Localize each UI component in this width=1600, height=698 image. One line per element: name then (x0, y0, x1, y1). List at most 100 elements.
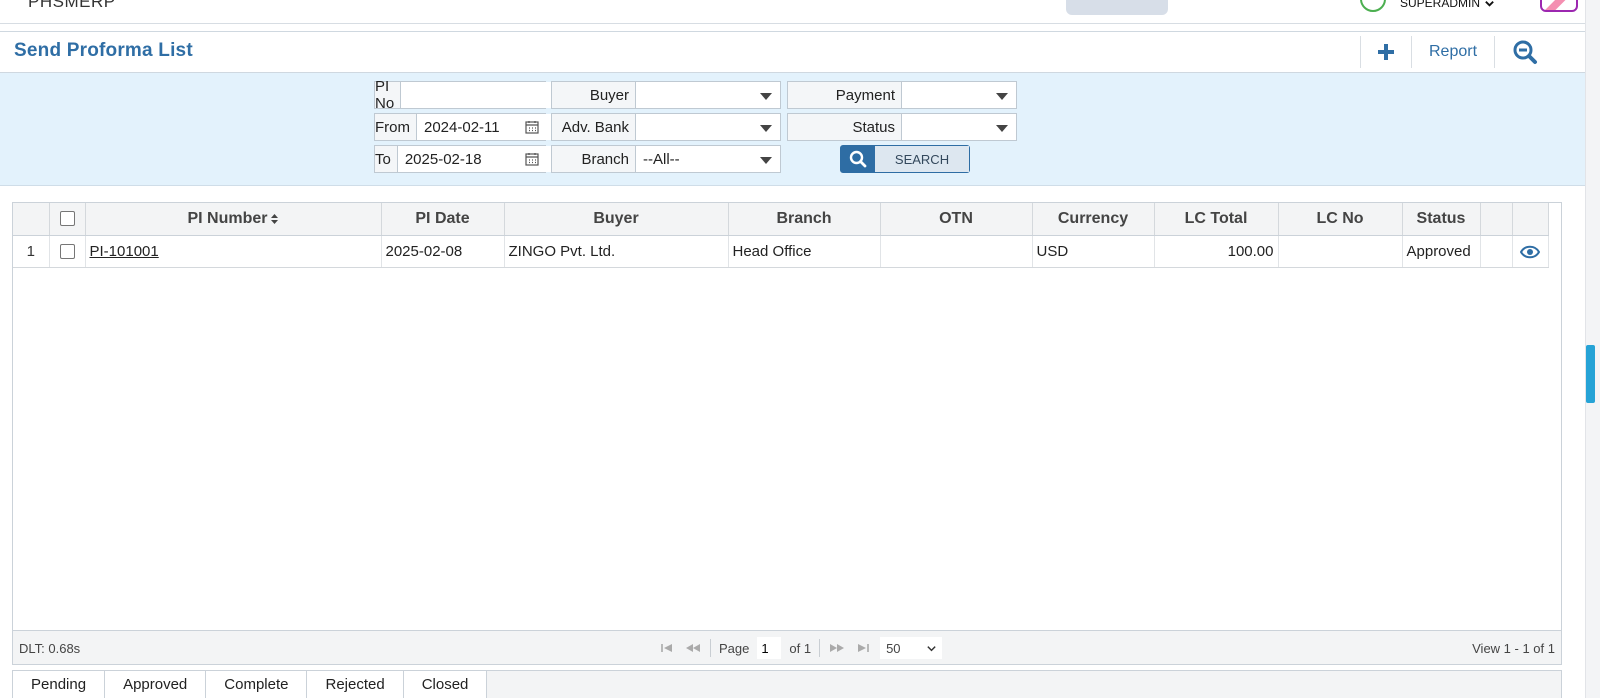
rows-per-page-select[interactable]: 50 (880, 637, 943, 659)
tab-pending[interactable]: Pending (13, 671, 106, 698)
row-select-cell (49, 235, 86, 268)
scrollbar-thumb[interactable] (1586, 345, 1595, 403)
buyer-cell: ZINGO Pvt. Ltd. (504, 235, 729, 268)
user-avatar[interactable] (1360, 0, 1386, 12)
load-time: DLT: 0.68s (19, 641, 81, 656)
lc-total-cell: 100.00 (1154, 235, 1279, 268)
page-header: Send Proforma List Report (0, 31, 1585, 73)
status-filter: Status (787, 113, 1017, 141)
col-lc-no[interactable]: LC No (1278, 203, 1403, 236)
header-actions: Report (1360, 36, 1555, 68)
col-status[interactable]: Status (1402, 203, 1481, 236)
branch-filter: Branch --All-- (551, 145, 781, 173)
status-tabs: Pending Approved Complete Rejected Close… (12, 670, 1562, 698)
status-label: Status (788, 114, 902, 140)
tab-complete[interactable]: Complete (206, 671, 308, 698)
report-button[interactable]: Report (1412, 36, 1494, 68)
col-pi-date[interactable]: PI Date (381, 203, 505, 236)
select-all-header (49, 203, 86, 236)
adv-bank-select[interactable] (636, 114, 780, 140)
caret-down-icon (996, 93, 1008, 100)
last-page-icon (858, 644, 869, 652)
currency-cell: USD (1032, 235, 1155, 268)
tab-approved[interactable]: Approved (105, 671, 207, 698)
proforma-table: PI Number PI Date Buyer Branch OTN Curre… (13, 203, 1549, 268)
payment-label: Payment (788, 82, 902, 108)
eye-icon[interactable] (1519, 245, 1541, 259)
filter-panel: PI No From To Buyer Adv. Bank Branch --A… (0, 73, 1585, 186)
app-title: PHSMERP (28, 0, 116, 11)
branch-label: Branch (552, 146, 636, 172)
search-icon-box (841, 146, 875, 172)
user-menu[interactable]: SUPERADMIN (1400, 0, 1495, 10)
prev-page-button[interactable] (684, 641, 702, 655)
prev-page-icon (686, 644, 700, 652)
page-number-input[interactable] (757, 637, 782, 659)
divider (710, 639, 711, 657)
calendar-icon[interactable] (525, 152, 539, 166)
row-number-header (13, 203, 50, 236)
table-row[interactable]: 1 PI-101001 2025-02-08 ZINGO Pvt. Ltd. H… (13, 235, 1549, 268)
page-label: Page (719, 640, 750, 656)
payment-select[interactable] (902, 82, 1016, 108)
caret-down-icon (760, 93, 772, 100)
pi-number-link[interactable]: PI-101001 (90, 243, 159, 260)
adv-bank-label: Adv. Bank (552, 114, 636, 140)
branch-cell: Head Office (728, 235, 881, 268)
calendar-icon[interactable] (525, 120, 539, 134)
caret-down-icon (996, 125, 1008, 132)
sort-icon[interactable] (270, 213, 279, 225)
branch-select-value: --All-- (643, 150, 680, 168)
zoom-out-icon (1513, 40, 1537, 64)
topbar-search-pill[interactable] (1066, 0, 1168, 15)
buyer-filter: Buyer (551, 81, 781, 109)
col-branch[interactable]: Branch (728, 203, 881, 236)
action-cell (1480, 235, 1513, 268)
rows-per-page-value: 50 (886, 640, 901, 656)
user-name: SUPERADMIN (1400, 0, 1481, 10)
brand-logo-icon[interactable] (1540, 0, 1578, 12)
to-date-filter: To (374, 145, 604, 173)
pager: Page of 1 50 (658, 636, 943, 660)
branch-select[interactable]: --All-- (636, 146, 780, 172)
tab-closed[interactable]: Closed (403, 671, 488, 698)
first-page-button[interactable] (658, 641, 676, 655)
first-page-icon (661, 644, 672, 652)
chevron-down-icon (927, 646, 936, 652)
select-all-checkbox[interactable] (59, 211, 75, 227)
search-icon (849, 150, 867, 168)
divider (819, 639, 821, 657)
col-buyer[interactable]: Buyer (504, 203, 729, 236)
pi-no-filter: PI No (374, 78, 608, 112)
search-button-label: SEARCH (875, 146, 969, 172)
next-page-button[interactable] (828, 641, 846, 655)
grid-footer: DLT: 0.68s Page of 1 50 View 1 - 1 of 1 (13, 630, 1561, 664)
row-number: 1 (13, 235, 50, 268)
col-action-1 (1480, 203, 1513, 236)
add-button[interactable] (1361, 36, 1411, 68)
to-label: To (375, 146, 398, 172)
status-cell: Approved (1402, 235, 1481, 268)
last-page-button[interactable] (854, 641, 872, 655)
col-otn[interactable]: OTN (880, 203, 1033, 236)
tab-rejected[interactable]: Rejected (307, 671, 404, 698)
buyer-select[interactable] (636, 82, 780, 108)
app-topbar: PHSMERP SUPERADMIN (0, 0, 1585, 24)
table-header-row: PI Number PI Date Buyer Branch OTN Curre… (13, 203, 1549, 236)
pi-number-cell: PI-101001 (85, 235, 382, 268)
proforma-grid: PI Number PI Date Buyer Branch OTN Curre… (12, 202, 1562, 665)
next-page-icon (830, 644, 845, 652)
row-checkbox[interactable] (59, 244, 75, 260)
record-count: View 1 - 1 of 1 (1472, 641, 1555, 656)
col-pi-number[interactable]: PI Number (85, 203, 382, 236)
view-cell (1512, 235, 1549, 268)
vertical-scrollbar[interactable] (1585, 0, 1600, 698)
caret-down-icon (760, 125, 772, 132)
chevron-down-icon (1485, 0, 1494, 7)
zoom-out-button[interactable] (1495, 36, 1555, 68)
payment-filter: Payment (787, 81, 1017, 109)
search-button[interactable]: SEARCH (840, 145, 970, 173)
col-lc-total[interactable]: LC Total (1154, 203, 1279, 236)
col-currency[interactable]: Currency (1032, 203, 1155, 236)
status-select[interactable] (902, 114, 1016, 140)
